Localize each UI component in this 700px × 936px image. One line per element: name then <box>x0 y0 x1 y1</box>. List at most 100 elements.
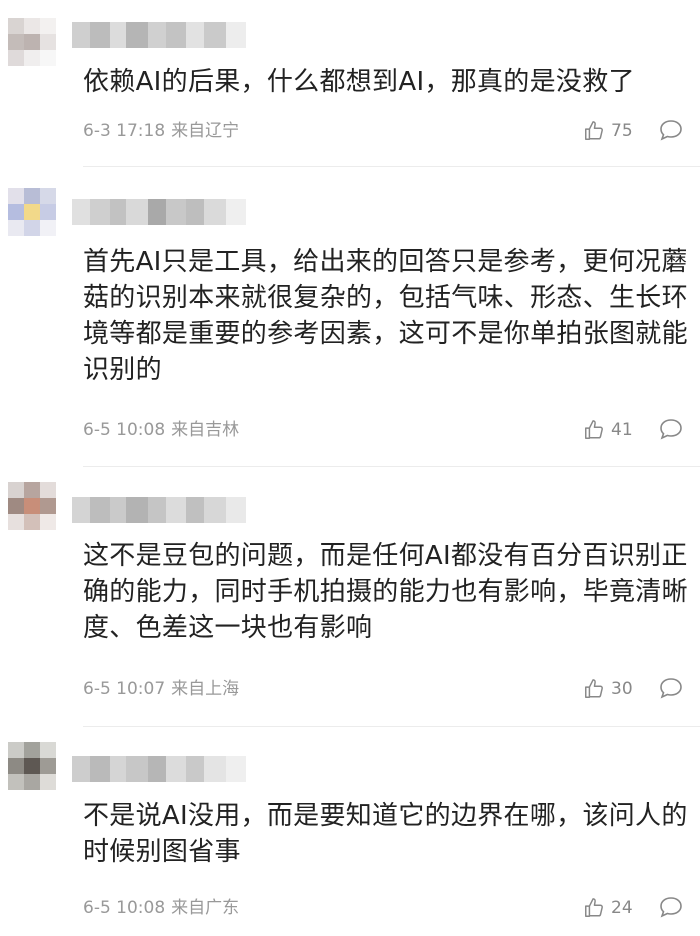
username-pixel <box>166 756 186 782</box>
comment-time: 6-5 10:08 <box>83 420 166 440</box>
reply-button[interactable] <box>658 417 684 443</box>
username-pixel <box>90 22 110 48</box>
like-count: 24 <box>611 898 633 918</box>
username-pixel <box>110 497 126 523</box>
comment-bubble-icon <box>660 678 682 699</box>
comment-bubble-icon <box>660 120 682 141</box>
avatar-pixel <box>40 774 56 790</box>
avatar[interactable] <box>8 18 56 66</box>
like-count: 41 <box>611 420 633 440</box>
username-pixel <box>166 199 186 225</box>
avatar-pixel <box>40 204 56 220</box>
comment-location: 来自吉林 <box>171 420 240 440</box>
username-pixel <box>110 199 126 225</box>
avatar-pixel <box>24 18 40 34</box>
avatar-pixel <box>24 204 40 220</box>
avatar-pixel <box>24 774 40 790</box>
like-count: 30 <box>611 679 633 699</box>
avatar-pixel <box>40 34 56 50</box>
username-pixel <box>72 22 90 48</box>
avatar-pixel <box>40 18 56 34</box>
comment-text: 这不是豆包的问题，而是任何AI都没有百分百识别正确的能力，同时手机拍摄的能力也有… <box>83 541 688 643</box>
username-pixel <box>126 497 148 523</box>
username-pixel <box>90 756 110 782</box>
avatar-pixel <box>8 34 24 50</box>
username-pixel <box>126 199 148 225</box>
username-pixel <box>166 497 186 523</box>
username-pixel <box>204 22 226 48</box>
reply-button[interactable] <box>658 895 684 921</box>
username-pixel <box>186 199 204 225</box>
username-pixel <box>166 22 186 48</box>
divider <box>83 166 700 167</box>
avatar[interactable] <box>8 742 56 790</box>
avatar-pixel <box>24 34 40 50</box>
comment-location: 来自辽宁 <box>171 121 240 141</box>
username-pixel <box>72 756 90 782</box>
avatar-pixel <box>40 482 56 498</box>
avatar-pixel <box>40 514 56 530</box>
avatar-pixel <box>24 498 40 514</box>
reply-button[interactable] <box>658 676 684 702</box>
username-pixel <box>148 497 166 523</box>
avatar-pixel <box>40 188 56 204</box>
comment-text: 首先AI只是工具，给出来的回答只是参考，更何况蘑菇的识别本来就很复杂的，包括气味… <box>83 247 688 385</box>
username-pixel <box>226 22 246 48</box>
like-button[interactable]: 30 <box>583 676 633 702</box>
avatar[interactable] <box>8 482 56 530</box>
username-pixel <box>186 497 204 523</box>
thumbs-up-icon <box>585 121 603 140</box>
comment-bubble-icon <box>660 419 682 440</box>
avatar[interactable] <box>8 188 56 236</box>
username-pixel <box>226 497 246 523</box>
username-pixel <box>204 497 226 523</box>
divider <box>83 726 700 727</box>
avatar-pixel <box>24 50 40 66</box>
comment-location: 来自上海 <box>171 679 240 699</box>
username-pixel <box>90 497 110 523</box>
avatar-pixel <box>24 742 40 758</box>
comment-bubble-icon <box>660 897 682 918</box>
avatar-pixel <box>8 188 24 204</box>
avatar-pixel <box>24 220 40 236</box>
avatar-pixel <box>40 498 56 514</box>
avatar-pixel <box>40 758 56 774</box>
like-button[interactable]: 41 <box>583 417 633 443</box>
username-pixel <box>90 199 110 225</box>
comment-location: 来自广东 <box>171 898 240 918</box>
avatar-pixel <box>8 758 24 774</box>
thumbs-up-icon <box>585 898 603 917</box>
thumbs-up-icon <box>585 420 603 439</box>
comment-meta: 6-5 10:07 来自上海 <box>83 678 245 700</box>
avatar-pixel <box>24 514 40 530</box>
username-pixel <box>186 22 204 48</box>
avatar-pixel <box>40 50 56 66</box>
like-button[interactable]: 24 <box>583 895 633 921</box>
username-pixel <box>110 22 126 48</box>
username-pixel <box>186 756 204 782</box>
username-pixel <box>148 22 166 48</box>
comment-text: 不是说AI没用，而是要知道它的边界在哪，该问人的时候别图省事 <box>83 801 688 867</box>
avatar-pixel <box>40 742 56 758</box>
username-blurred[interactable] <box>72 22 246 48</box>
avatar-pixel <box>8 482 24 498</box>
username-pixel <box>148 756 166 782</box>
comment-time: 6-5 10:07 <box>83 679 166 699</box>
username-pixel <box>204 199 226 225</box>
like-button[interactable]: 75 <box>583 118 633 144</box>
avatar-pixel <box>8 18 24 34</box>
reply-button[interactable] <box>658 118 684 144</box>
avatar-pixel <box>8 50 24 66</box>
avatar-pixel <box>8 220 24 236</box>
username-blurred[interactable] <box>72 497 246 523</box>
comment-meta: 6-5 10:08 来自广东 <box>83 897 245 919</box>
avatar-pixel <box>24 758 40 774</box>
username-blurred[interactable] <box>72 199 246 225</box>
avatar-pixel <box>8 498 24 514</box>
avatar-pixel <box>24 188 40 204</box>
username-pixel <box>126 22 148 48</box>
username-pixel <box>148 199 166 225</box>
comment-time: 6-3 17:18 <box>83 121 166 141</box>
username-blurred[interactable] <box>72 756 246 782</box>
divider <box>83 466 700 467</box>
